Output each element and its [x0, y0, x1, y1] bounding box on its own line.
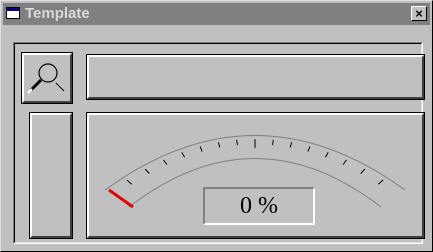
search-button[interactable] [21, 52, 73, 104]
search-icon [27, 63, 65, 94]
gauge-tick [144, 168, 150, 174]
window-icon[interactable] [6, 7, 20, 19]
gauge-tick [289, 142, 293, 148]
window-title: Template [25, 5, 90, 22]
gauge-tick [272, 139, 274, 146]
gauge-tick [325, 152, 329, 158]
gauge-tick [377, 179, 384, 185]
gauge-tick [163, 159, 168, 165]
gauge-tick [181, 152, 185, 158]
gauge-tick [342, 159, 347, 165]
title-bar[interactable]: Template × [3, 3, 430, 25]
close-button[interactable]: × [411, 6, 427, 21]
gauge-needle [108, 188, 134, 209]
top-bar [86, 54, 425, 100]
gauge-panel: 0 % [86, 112, 425, 239]
percent-readout-value: 0 % [240, 193, 278, 219]
template-window: Template × 0 % [0, 0, 433, 252]
gauge-tick [360, 168, 366, 174]
percent-readout: 0 % [203, 187, 315, 225]
gauge-tick [236, 139, 238, 146]
gauge-tick [199, 146, 203, 152]
gauge-tick [307, 146, 311, 152]
gauge-tick [126, 179, 133, 185]
left-vertical-bar [29, 112, 73, 239]
gauge-tick [217, 142, 221, 148]
